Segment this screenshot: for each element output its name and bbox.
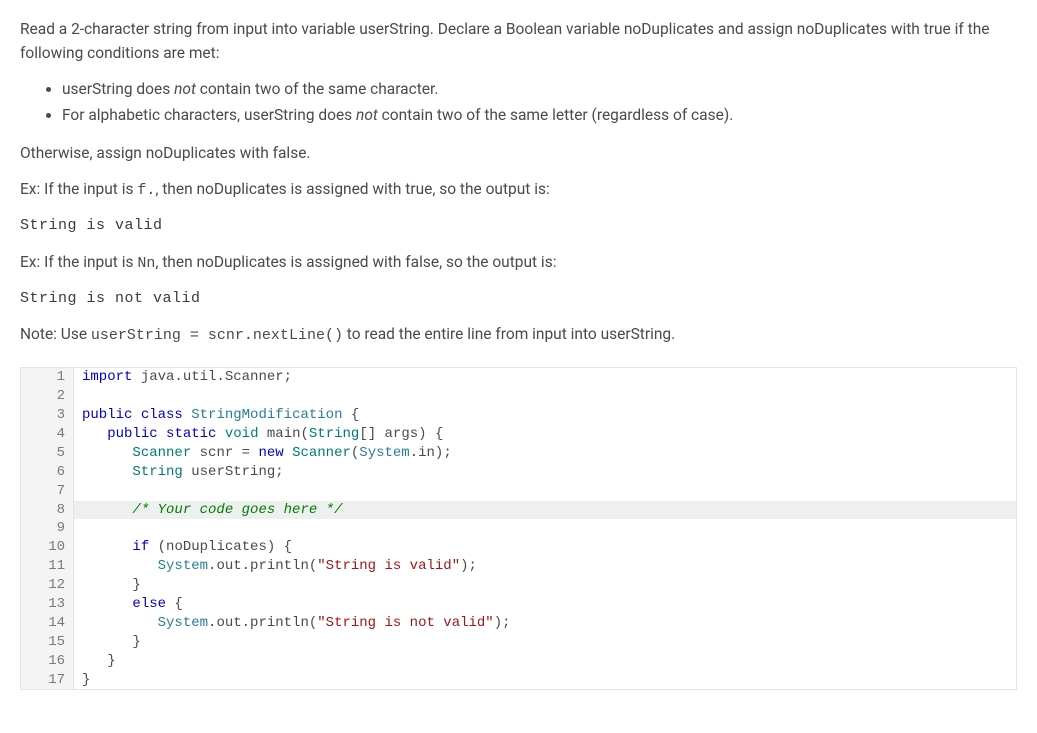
code-content: import java.util.Scanner;	[74, 368, 1016, 387]
code-content	[74, 519, 1016, 538]
condition-item: For alphabetic characters, userString do…	[62, 103, 1017, 127]
code-line: 17}	[21, 671, 1016, 690]
instruction-paragraph-2: Otherwise, assign noDuplicates with fals…	[20, 141, 1017, 165]
code-content: System.out.println("String is not valid"…	[74, 614, 1016, 633]
code-content: System.out.println("String is valid");	[74, 557, 1016, 576]
code-content: }	[74, 652, 1016, 671]
code-content	[74, 482, 1016, 501]
line-number: 6	[21, 463, 74, 482]
code-content: if (noDuplicates) {	[74, 538, 1016, 557]
code-line: 6 String userString;	[21, 463, 1016, 482]
code-content	[74, 387, 1016, 406]
example-1-prefix: Ex: If the input is	[20, 180, 137, 198]
code-content: }	[74, 633, 1016, 652]
line-number: 8	[21, 501, 74, 520]
line-number: 15	[21, 633, 74, 652]
line-number: 11	[21, 557, 74, 576]
example-2-input: Nn	[137, 255, 155, 272]
line-number: 9	[21, 519, 74, 538]
line-number: 16	[21, 652, 74, 671]
note-suffix: to read the entire line from input into …	[343, 325, 675, 343]
line-number: 5	[21, 444, 74, 463]
code-line: 9	[21, 519, 1016, 538]
line-number: 12	[21, 576, 74, 595]
line-number: 4	[21, 425, 74, 444]
code-line: 4 public static void main(String[] args)…	[21, 425, 1016, 444]
code-line: 7	[21, 482, 1016, 501]
code-line: 1import java.util.Scanner;	[21, 368, 1016, 387]
example-1-suffix: , then noDuplicates is assigned with tru…	[155, 180, 549, 198]
conditions-list: userString does not contain two of the s…	[20, 77, 1017, 127]
example-1-output: String is valid	[20, 214, 1017, 237]
code-content: public class StringModification {	[74, 406, 1016, 425]
example-1-input: f.	[137, 182, 155, 199]
example-1-text: Ex: If the input is f., then noDuplicate…	[20, 177, 1017, 202]
line-number: 7	[21, 482, 74, 501]
code-line: 15 }	[21, 633, 1016, 652]
note-prefix: Note: Use	[20, 325, 91, 343]
note-code: userString = scnr.nextLine()	[91, 327, 343, 344]
note-text: Note: Use userString = scnr.nextLine() t…	[20, 322, 1017, 347]
code-content: public static void main(String[] args) {	[74, 425, 1016, 444]
line-number: 14	[21, 614, 74, 633]
example-2-suffix: , then noDuplicates is assigned with fal…	[155, 253, 556, 271]
condition-item: userString does not contain two of the s…	[62, 77, 1017, 101]
line-number: 2	[21, 387, 74, 406]
code-line: 13 else {	[21, 595, 1016, 614]
code-content: else {	[74, 595, 1016, 614]
code-content: /* Your code goes here */	[74, 501, 1016, 520]
example-2-output: String is not valid	[20, 287, 1017, 310]
code-content: }	[74, 671, 1016, 690]
code-line: 14 System.out.println("String is not val…	[21, 614, 1016, 633]
line-number: 17	[21, 671, 74, 690]
instruction-paragraph-1: Read a 2-character string from input int…	[20, 17, 1017, 65]
line-number: 13	[21, 595, 74, 614]
code-line: 10 if (noDuplicates) {	[21, 538, 1016, 557]
code-editor[interactable]: 1import java.util.Scanner;2 3public clas…	[20, 367, 1017, 690]
code-line: 16 }	[21, 652, 1016, 671]
example-2-text: Ex: If the input is Nn, then noDuplicate…	[20, 250, 1017, 275]
code-line: 12 }	[21, 576, 1016, 595]
line-number: 10	[21, 538, 74, 557]
code-line: 5 Scanner scnr = new Scanner(System.in);	[21, 444, 1016, 463]
line-number: 1	[21, 368, 74, 387]
example-2-prefix: Ex: If the input is	[20, 253, 137, 271]
code-content: Scanner scnr = new Scanner(System.in);	[74, 444, 1016, 463]
code-content: }	[74, 576, 1016, 595]
code-content: String userString;	[74, 463, 1016, 482]
code-line: 11 System.out.println("String is valid")…	[21, 557, 1016, 576]
code-line: 2	[21, 387, 1016, 406]
code-line: 3public class StringModification {	[21, 406, 1016, 425]
line-number: 3	[21, 406, 74, 425]
code-line: 8 /* Your code goes here */	[21, 501, 1016, 520]
